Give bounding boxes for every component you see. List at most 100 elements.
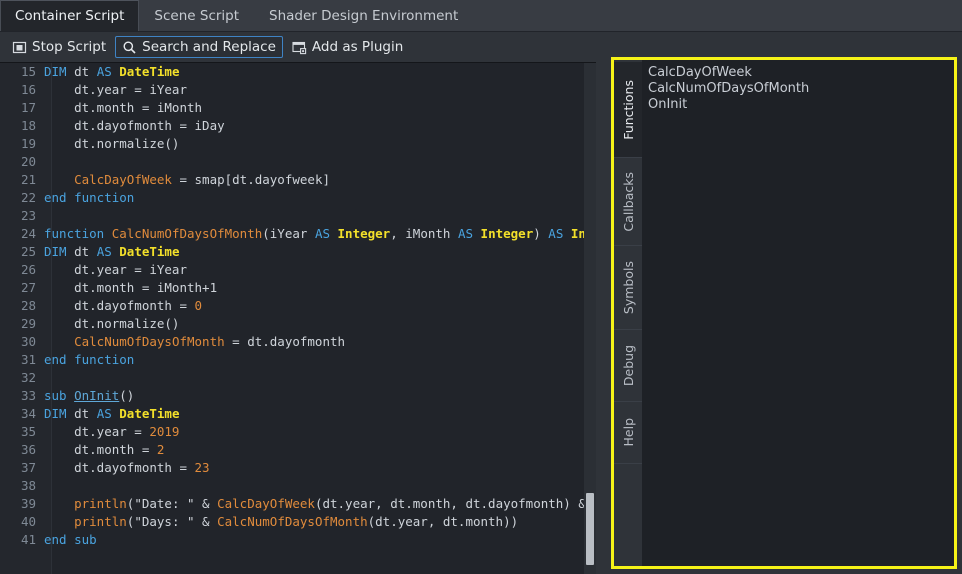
line-number: 18 — [0, 117, 44, 135]
code-token: DateTime — [119, 406, 179, 421]
code-symbol-link[interactable]: OnInit — [74, 388, 119, 403]
code-token: function — [44, 226, 112, 241]
code-token: dt.dayofmonth = — [44, 298, 195, 313]
search-and-replace-label: Search and Replace — [142, 39, 276, 55]
line-number: 33 — [0, 387, 44, 405]
stop-script-button[interactable]: Stop Script — [5, 36, 113, 58]
search-and-replace-button[interactable]: Search and Replace — [115, 36, 283, 58]
code-token: dt.month = — [44, 442, 157, 457]
line-number: 22 — [0, 189, 44, 207]
code-line[interactable]: 35 dt.year = 2019 — [0, 423, 596, 441]
code-token: DateTime — [119, 244, 179, 259]
code-line[interactable]: 28 dt.dayofmonth = 0 — [0, 297, 596, 315]
tab-scene-script[interactable]: Scene Script — [139, 0, 254, 31]
line-number: 38 — [0, 477, 44, 495]
editor-scrollbar-thumb[interactable] — [586, 493, 594, 565]
code-line[interactable]: 22end function — [0, 189, 596, 207]
code-token: DIM — [44, 64, 67, 79]
code-token: CalcNumOfDaysOfMonth — [112, 226, 263, 241]
top-tab-bar: Container Script Scene Script Shader Des… — [0, 0, 962, 32]
editor-vertical-scrollbar[interactable] — [584, 63, 596, 574]
code-token: CalcDayOfWeek — [217, 496, 315, 511]
line-number: 37 — [0, 459, 44, 477]
dock-tab-help[interactable]: Help — [614, 402, 642, 464]
tab-label: Shader Design Environment — [269, 8, 458, 24]
dock-tabs-filler — [614, 464, 642, 566]
code-line[interactable]: 26 dt.year = iYear — [0, 261, 596, 279]
line-number: 39 — [0, 495, 44, 513]
code-token: println — [74, 514, 127, 529]
code-token: end sub — [44, 532, 97, 547]
function-list-item[interactable]: OnInit — [648, 97, 954, 113]
code-line[interactable]: 32 — [0, 369, 596, 387]
code-token: = smap[dt.dayofweek] — [172, 172, 330, 187]
code-line[interactable]: 33sub OnInit() — [0, 387, 596, 405]
function-list-item[interactable]: CalcNumOfDaysOfMonth — [648, 81, 954, 97]
code-token: 0 — [195, 298, 203, 313]
code-token: end function — [44, 190, 134, 205]
code-line[interactable]: 16 dt.year = iYear — [0, 81, 596, 99]
code-line[interactable]: 36 dt.month = 2 — [0, 441, 596, 459]
code-token: DIM — [44, 406, 67, 421]
dock-tab-label: Debug — [621, 337, 636, 394]
code-line[interactable]: 23 — [0, 207, 596, 225]
code-editor[interactable]: 15DIM dt AS DateTime16 dt.year = iYear17… — [0, 62, 596, 574]
functions-list[interactable]: CalcDayOfWeekCalcNumOfDaysOfMonthOnInit — [642, 60, 954, 566]
code-token: dt.month = iMonth+1 — [44, 280, 217, 295]
code-line[interactable]: 37 dt.dayofmonth = 23 — [0, 459, 596, 477]
code-line[interactable]: 21 CalcDayOfWeek = smap[dt.dayofweek] — [0, 171, 596, 189]
code-token — [44, 514, 74, 529]
script-editor-window: Container Script Scene Script Shader Des… — [0, 0, 962, 574]
dock-tab-debug[interactable]: Debug — [614, 330, 642, 402]
code-token: dt.normalize() — [44, 316, 179, 331]
code-token: ("Date: " & — [127, 496, 217, 511]
code-line[interactable]: 19 dt.normalize() — [0, 135, 596, 153]
code-token: println — [74, 496, 127, 511]
code-line[interactable]: 30 CalcNumOfDaysOfMonth = dt.dayofmonth — [0, 333, 596, 351]
code-token: dt.year = iYear — [44, 82, 187, 97]
code-token: dt.dayofmonth = iDay — [44, 118, 225, 133]
code-line[interactable]: 31end function — [0, 351, 596, 369]
code-line[interactable]: 18 dt.dayofmonth = iDay — [0, 117, 596, 135]
code-token: Integer — [338, 226, 391, 241]
code-token: dt — [67, 64, 97, 79]
line-number: 41 — [0, 531, 44, 549]
code-line[interactable]: 25DIM dt AS DateTime — [0, 243, 596, 261]
dock-tab-symbols[interactable]: Symbols — [614, 246, 642, 330]
code-line[interactable]: 20 — [0, 153, 596, 171]
dock-tab-functions[interactable]: Functions — [614, 62, 642, 158]
tab-shader-design-environment[interactable]: Shader Design Environment — [254, 0, 473, 31]
add-as-plugin-button[interactable]: Add as Plugin — [285, 36, 410, 58]
code-line[interactable]: 17 dt.month = iMonth — [0, 99, 596, 117]
code-line[interactable]: 27 dt.month = iMonth+1 — [0, 279, 596, 297]
code-line[interactable]: 39 println("Date: " & CalcDayOfWeek(dt.y… — [0, 495, 596, 513]
line-number: 20 — [0, 153, 44, 171]
code-line[interactable]: 24function CalcNumOfDaysOfMonth(iYear AS… — [0, 225, 596, 243]
code-token: AS — [97, 406, 112, 421]
line-number: 28 — [0, 297, 44, 315]
code-line[interactable]: 29 dt.normalize() — [0, 315, 596, 333]
code-line[interactable]: 38 — [0, 477, 596, 495]
code-token: 23 — [195, 460, 210, 475]
code-text-area[interactable]: 15DIM dt AS DateTime16 dt.year = iYear17… — [0, 63, 596, 574]
code-token — [330, 226, 338, 241]
code-token: 2 — [157, 442, 165, 457]
stop-script-label: Stop Script — [32, 39, 106, 55]
tab-container-script[interactable]: Container Script — [0, 0, 139, 31]
code-line[interactable]: 34DIM dt AS DateTime — [0, 405, 596, 423]
line-number: 40 — [0, 513, 44, 531]
code-token — [44, 334, 74, 349]
code-line[interactable]: 40 println("Days: " & CalcNumOfDaysOfMon… — [0, 513, 596, 531]
line-number: 15 — [0, 63, 44, 81]
magnifier-icon — [122, 40, 137, 55]
code-token — [44, 496, 74, 511]
code-token: AS — [548, 226, 563, 241]
line-number: 34 — [0, 405, 44, 423]
function-list-item[interactable]: CalcDayOfWeek — [648, 65, 954, 81]
dock-tab-callbacks[interactable]: Callbacks — [614, 158, 642, 246]
code-token: DateTime — [119, 64, 179, 79]
dock-tab-label: Callbacks — [621, 164, 636, 240]
code-token: dt — [67, 406, 97, 421]
code-line[interactable]: 15DIM dt AS DateTime — [0, 63, 596, 81]
code-line[interactable]: 41end sub — [0, 531, 596, 549]
